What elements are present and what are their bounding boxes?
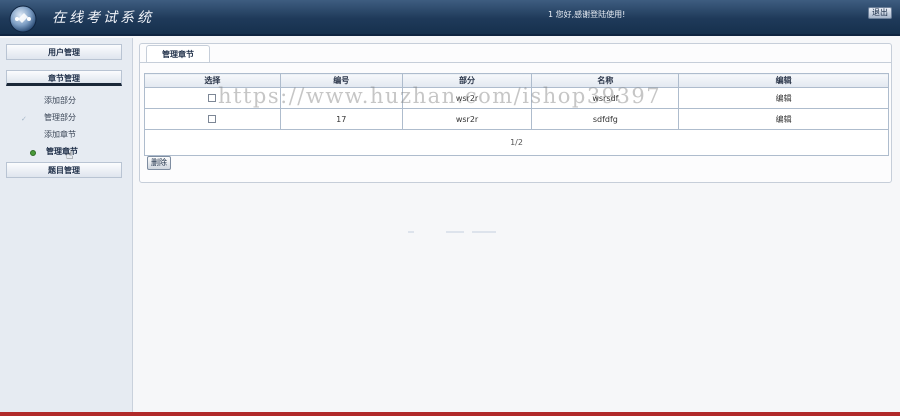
delete-button[interactable]: 删除 — [147, 156, 171, 170]
sidebar-item-manage-part[interactable]: 管理部分 — [44, 112, 76, 123]
cell-id: 17 — [279, 108, 403, 130]
cell-name: wsrsdf — [531, 87, 680, 109]
logout-button[interactable]: 退出 — [868, 7, 892, 19]
app-logo-icon — [9, 5, 37, 33]
cell-part: wsr2r — [401, 87, 533, 109]
faint-marks — [408, 231, 498, 235]
table-row: wsr2r wsrsdf 编辑 — [144, 87, 889, 109]
tab-manage-chapter[interactable]: 管理章节 — [146, 45, 210, 62]
column-header-edit: 编辑 — [678, 73, 889, 88]
hand-cursor-icon: ☝ — [66, 148, 74, 162]
column-header-id: 编号 — [279, 73, 403, 88]
sidebar-user-management[interactable]: 用户管理 — [6, 44, 122, 60]
sidebar-chapter-management[interactable]: 章节管理 — [6, 70, 122, 86]
table-row: 17 wsr2r sdfdfg 编辑 — [144, 108, 889, 130]
cell-name: sdfdfg — [531, 108, 680, 130]
row-checkbox[interactable] — [208, 94, 217, 102]
active-bullet-icon — [30, 150, 36, 156]
check-icon: ✓ — [21, 115, 27, 123]
column-header-part: 部分 — [401, 73, 533, 88]
pagination[interactable]: 1/2 — [144, 129, 889, 156]
column-header-select: 选择 — [144, 73, 281, 88]
app-title: 在线考试系统 — [52, 10, 154, 26]
cell-id — [279, 87, 403, 109]
tab-divider — [140, 62, 891, 63]
app-header: 在线考试系统 1 您好,感谢登陆使用! 退出 — [0, 0, 900, 36]
table-header-row: 选择 编号 部分 名称 编辑 — [144, 73, 889, 88]
sidebar-question-management[interactable]: 题目管理 — [6, 162, 122, 178]
edit-link[interactable]: 编辑 — [678, 108, 889, 130]
greeting-text: 1 您好,感谢登陆使用! — [548, 10, 626, 19]
row-checkbox[interactable] — [208, 115, 217, 123]
column-header-name: 名称 — [531, 73, 680, 88]
edit-link[interactable]: 编辑 — [678, 87, 889, 109]
sidebar-item-add-chapter[interactable]: 添加章节 — [44, 129, 76, 140]
chapter-table: 选择 编号 部分 名称 编辑 wsr2r wsrsdf 编辑 17 wsr2r … — [144, 73, 889, 156]
sidebar-item-add-part[interactable]: 添加部分 — [44, 95, 76, 106]
bottom-border — [0, 412, 900, 416]
pager-row: 1/2 — [144, 129, 889, 156]
cell-part: wsr2r — [401, 108, 533, 130]
